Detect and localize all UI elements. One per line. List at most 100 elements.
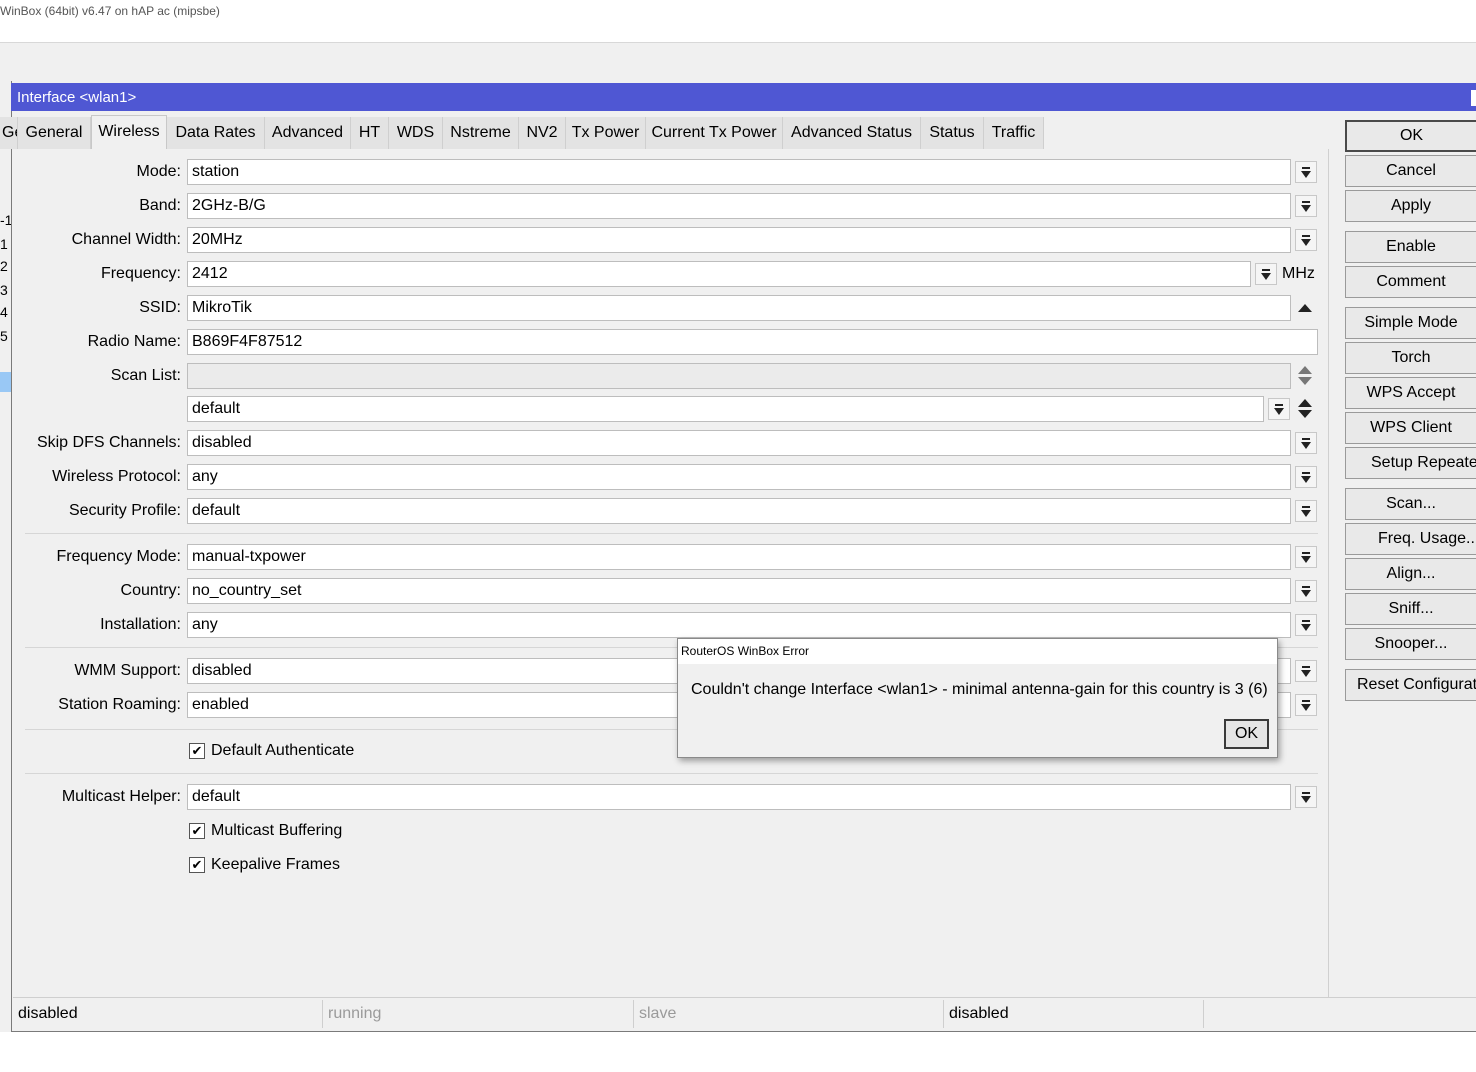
- wps-client-button[interactable]: WPS Client: [1345, 412, 1476, 444]
- background-list-text: 5: [0, 328, 8, 344]
- background-list-text: 4: [0, 304, 8, 320]
- section-divider: [25, 533, 1318, 534]
- dialog-title: RouterOS WinBox Error: [681, 644, 810, 658]
- tab-data-rates[interactable]: Data Rates: [167, 117, 265, 149]
- simple-mode-button[interactable]: Simple Mode: [1345, 307, 1476, 339]
- wmm-support-label: WMM Support:: [74, 662, 181, 679]
- tab-wds[interactable]: WDS: [389, 117, 443, 149]
- ok-button[interactable]: OK: [1345, 120, 1476, 152]
- channel-width-dropdown-button[interactable]: [1295, 229, 1317, 251]
- scan-list-remove-icon[interactable]: [1298, 377, 1312, 385]
- country-dropdown-button[interactable]: [1295, 580, 1317, 602]
- background-list-text: 2: [0, 258, 8, 274]
- app-title: WinBox (64bit) v6.47 on hAP ac (mipsbe): [0, 4, 220, 18]
- frequency-mode-select[interactable]: manual-txpower: [187, 544, 1291, 570]
- skip-dfs-dropdown-button[interactable]: [1295, 432, 1317, 454]
- multicast-helper-dropdown-button[interactable]: [1295, 786, 1317, 808]
- scan-list-add-icon[interactable]: [1298, 399, 1312, 407]
- enable-button[interactable]: Enable: [1345, 231, 1476, 263]
- dialog-titlebar[interactable]: RouterOS WinBox Error: [678, 639, 1277, 664]
- skip-dfs-select[interactable]: disabled: [187, 430, 1291, 456]
- band-dropdown-button[interactable]: [1295, 195, 1317, 217]
- tab-label: Status: [929, 124, 975, 141]
- tab-nstreme[interactable]: Nstreme: [443, 117, 519, 149]
- status-enabled-cell: disabled: [13, 1000, 323, 1028]
- tab-status[interactable]: Status: [921, 117, 984, 149]
- frequency-mode-dropdown-button[interactable]: [1295, 546, 1317, 568]
- ssid-label: SSID:: [139, 299, 181, 316]
- frequency-unit: MHz: [1282, 265, 1315, 282]
- window-titlebar[interactable]: Interface <wlan1>: [11, 83, 1476, 111]
- wireless-protocol-select[interactable]: any: [187, 464, 1291, 490]
- tab-advanced-status[interactable]: Advanced Status: [783, 117, 921, 149]
- status-empty-cell: [1204, 1000, 1476, 1028]
- keepalive-frames-checkbox[interactable]: ✔: [189, 857, 205, 873]
- tab-label: HT: [358, 124, 381, 141]
- tab-label: General: [25, 124, 83, 141]
- multicast-helper-select[interactable]: default: [187, 784, 1291, 810]
- comment-button[interactable]: Comment: [1345, 266, 1476, 298]
- security-profile-dropdown-button[interactable]: [1295, 500, 1317, 522]
- apply-button[interactable]: Apply: [1345, 190, 1476, 222]
- sniff-button[interactable]: Sniff...: [1345, 593, 1476, 625]
- scan-button[interactable]: Scan...: [1345, 488, 1476, 520]
- scan-list-add-icon[interactable]: [1298, 366, 1312, 374]
- band-label: Band:: [139, 197, 181, 214]
- wireless-protocol-dropdown-button[interactable]: [1295, 466, 1317, 488]
- wps-accept-button[interactable]: WPS Accept: [1345, 377, 1476, 409]
- default-authenticate-checkbox[interactable]: ✔: [189, 743, 205, 759]
- torch-button[interactable]: Torch: [1345, 342, 1476, 374]
- frequency-mode-label: Frequency Mode:: [56, 548, 181, 565]
- frequency-select[interactable]: 2412: [187, 261, 1251, 287]
- station-roaming-dropdown-button[interactable]: [1295, 694, 1317, 716]
- reset-configuration-button[interactable]: Reset Configuration: [1345, 669, 1476, 701]
- background-list-text: 3: [0, 282, 8, 298]
- tab-current-tx-power[interactable]: Current Tx Power: [646, 117, 783, 149]
- tab-tx-power[interactable]: Tx Power: [566, 117, 646, 149]
- cancel-button[interactable]: Cancel: [1345, 155, 1476, 187]
- tab-label: Advanced Status: [791, 124, 912, 141]
- background-list-selected-row[interactable]: [0, 372, 11, 392]
- tab-nv2[interactable]: NV2: [519, 117, 566, 149]
- multicast-buffering-label: Multicast Buffering: [211, 822, 343, 839]
- freq-usage-button[interactable]: Freq. Usage...: [1345, 523, 1476, 555]
- tab-general-visible[interactable]: General: [18, 117, 91, 149]
- keepalive-frames-label: Keepalive Frames: [211, 856, 340, 873]
- ssid-input[interactable]: MikroTik: [187, 295, 1291, 321]
- tab-label: Advanced: [271, 124, 344, 141]
- close-button[interactable]: [1471, 90, 1476, 106]
- multicast-buffering-checkbox[interactable]: ✔: [189, 823, 205, 839]
- country-select[interactable]: no_country_set: [187, 578, 1291, 604]
- tab-general[interactable]: General: [0, 117, 18, 149]
- frequency-dropdown-button[interactable]: [1255, 263, 1277, 285]
- ssid-collapse-icon[interactable]: [1298, 304, 1312, 312]
- setup-repeater-button[interactable]: Setup Repeater: [1345, 447, 1476, 479]
- tab-label: Data Rates: [175, 124, 256, 141]
- tab-label: Nstreme: [450, 124, 511, 141]
- station-roaming-label: Station Roaming:: [58, 696, 181, 713]
- scan-list-select[interactable]: default: [187, 396, 1264, 422]
- channel-width-select[interactable]: 20MHz: [187, 227, 1291, 253]
- status-slave-cell: slave: [634, 1000, 944, 1028]
- dialog-ok-button[interactable]: OK: [1224, 719, 1269, 749]
- band-select[interactable]: 2GHz-B/G: [187, 193, 1291, 219]
- security-profile-select[interactable]: default: [187, 498, 1291, 524]
- tab-advanced[interactable]: Advanced: [265, 117, 351, 149]
- tab-traffic[interactable]: Traffic: [984, 117, 1044, 149]
- radio-name-input[interactable]: B869F4F87512: [187, 329, 1318, 355]
- scan-list-input[interactable]: [187, 363, 1291, 389]
- mode-dropdown-button[interactable]: [1295, 161, 1317, 183]
- scan-list-remove-icon[interactable]: [1298, 410, 1312, 418]
- scan-list-dropdown-button[interactable]: [1268, 398, 1290, 420]
- tab-wireless[interactable]: Wireless: [91, 115, 167, 149]
- tab-label: NV2: [526, 124, 558, 141]
- tab-ht[interactable]: HT: [351, 117, 389, 149]
- installation-select[interactable]: any: [187, 612, 1291, 638]
- installation-dropdown-button[interactable]: [1295, 614, 1317, 636]
- bottom-area: [0, 1032, 1476, 1072]
- mode-select[interactable]: station: [187, 159, 1291, 185]
- snooper-button[interactable]: Snooper...: [1345, 628, 1476, 660]
- tab-general-label: General: [2, 124, 17, 141]
- wmm-support-dropdown-button[interactable]: [1295, 660, 1317, 682]
- align-button[interactable]: Align...: [1345, 558, 1476, 590]
